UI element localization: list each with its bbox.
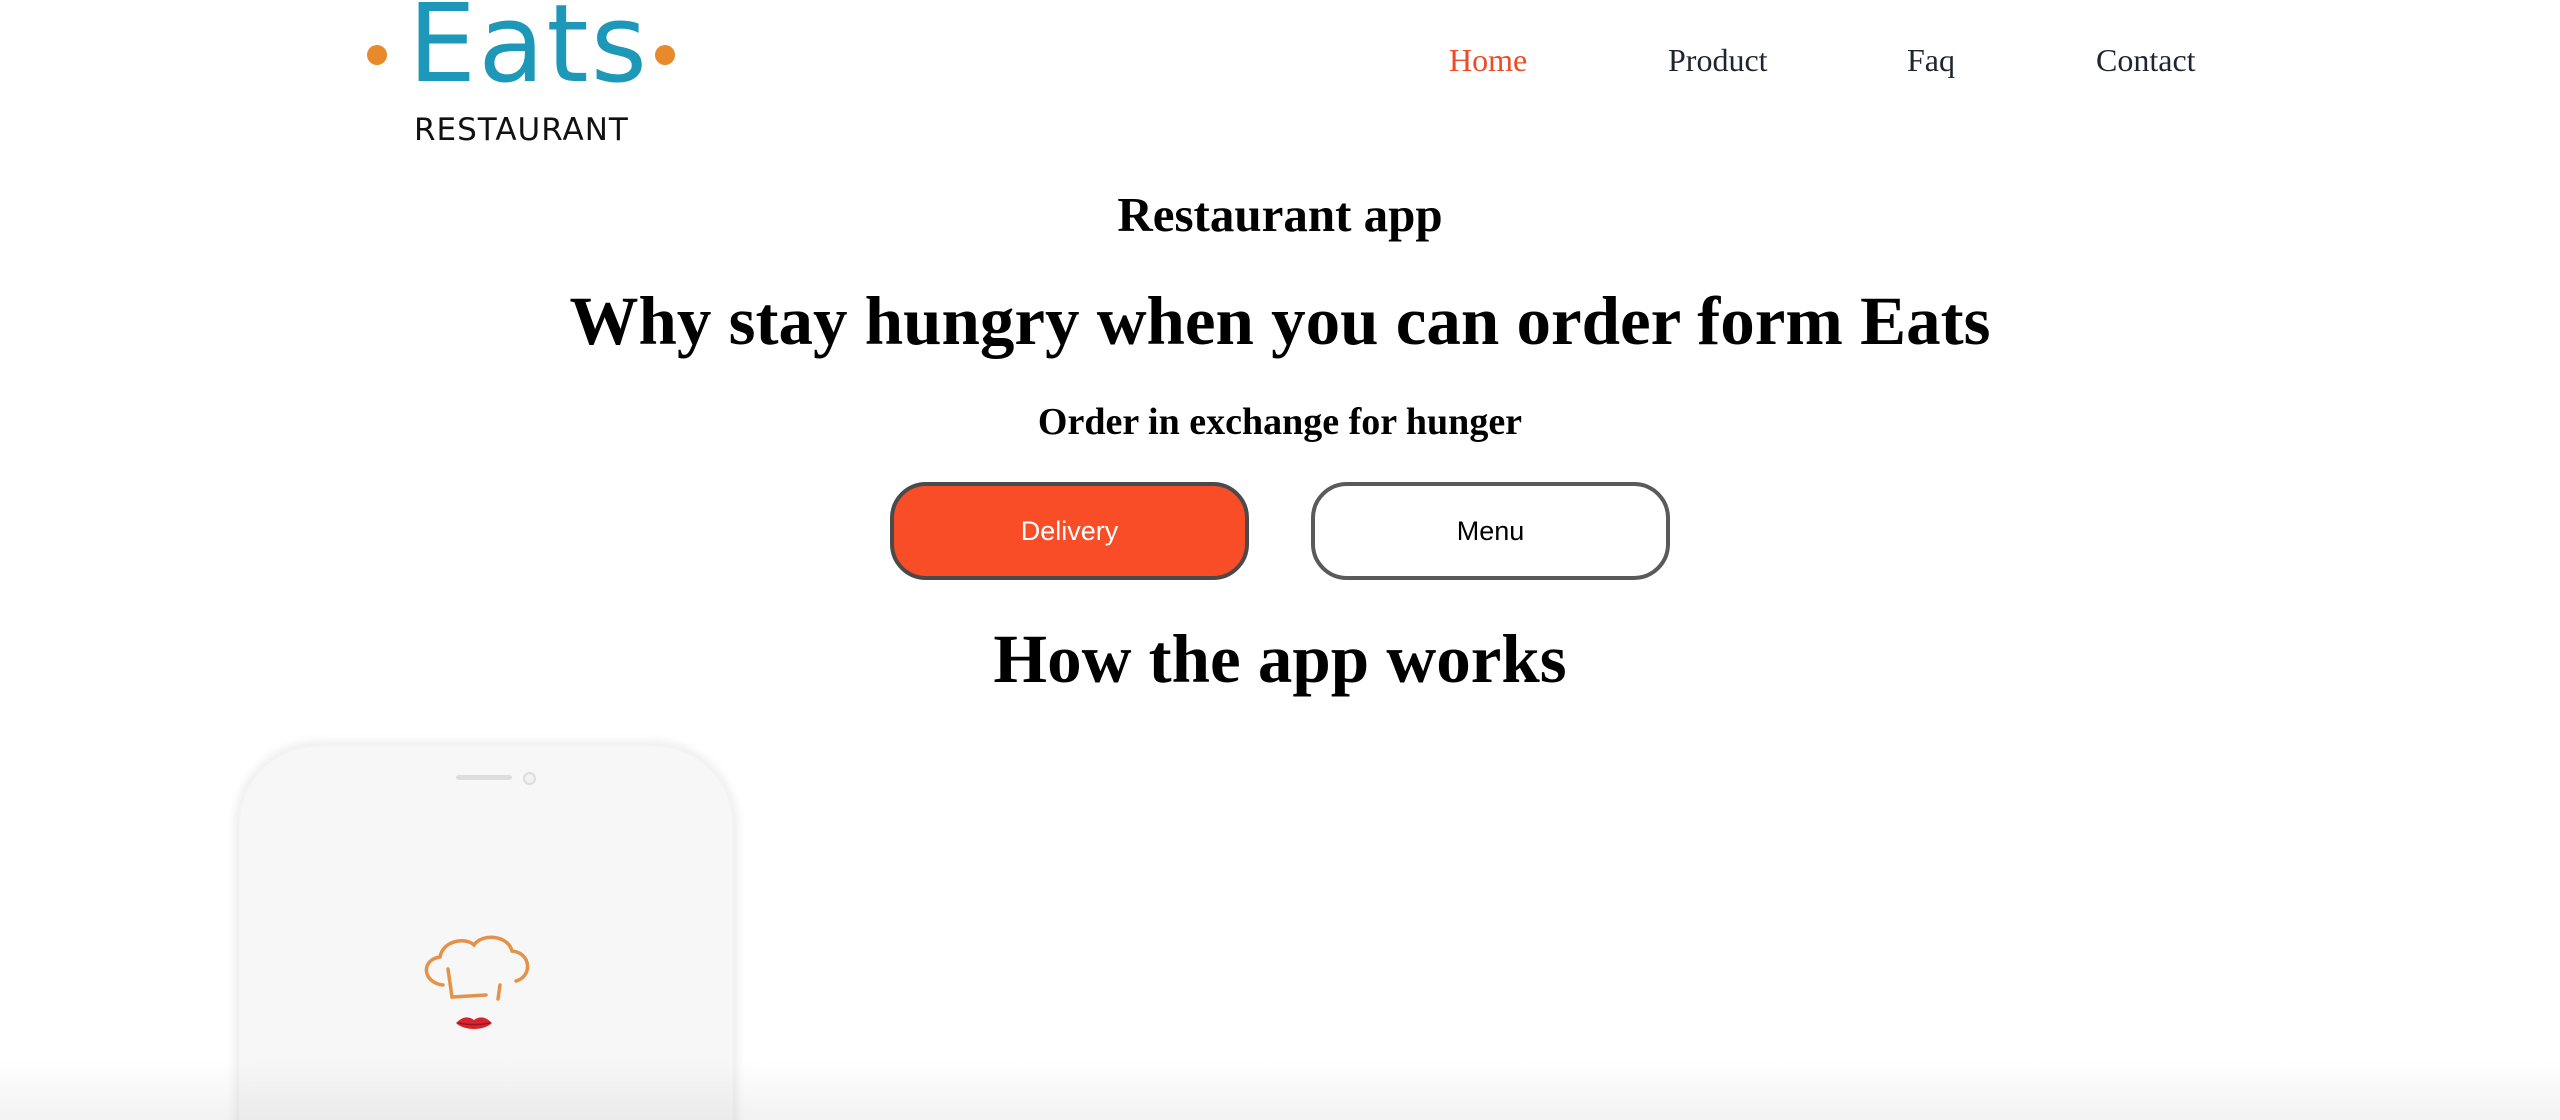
- nav-link-contact[interactable]: Contact: [2096, 42, 2196, 79]
- page: Eats RESTAURANT Home Product Faq Contact…: [0, 0, 2560, 1120]
- hero-eyebrow: Restaurant app: [1117, 187, 1443, 242]
- menu-button[interactable]: Menu: [1311, 482, 1670, 580]
- nav-link-product[interactable]: Product: [1668, 42, 1768, 79]
- how-it-works-title: How the app works: [993, 621, 1567, 697]
- chef-hat-icon: [424, 935, 530, 1029]
- nav-link-faq[interactable]: Faq: [1907, 42, 1955, 79]
- logo-subtitle: RESTAURANT: [414, 112, 629, 148]
- lips-icon: [456, 1017, 492, 1029]
- hero-headline: Why stay hungry when you can order form …: [569, 283, 1991, 359]
- phone-speaker: [456, 775, 512, 780]
- nav-link-home[interactable]: Home: [1449, 42, 1527, 79]
- hero-tagline: Order in exchange for hunger: [1037, 401, 1523, 443]
- delivery-button[interactable]: Delivery: [890, 482, 1249, 580]
- phone-mockup: [238, 745, 734, 1120]
- main-nav: Home Product Faq Contact: [0, 42, 2560, 92]
- phone-camera: [523, 772, 536, 785]
